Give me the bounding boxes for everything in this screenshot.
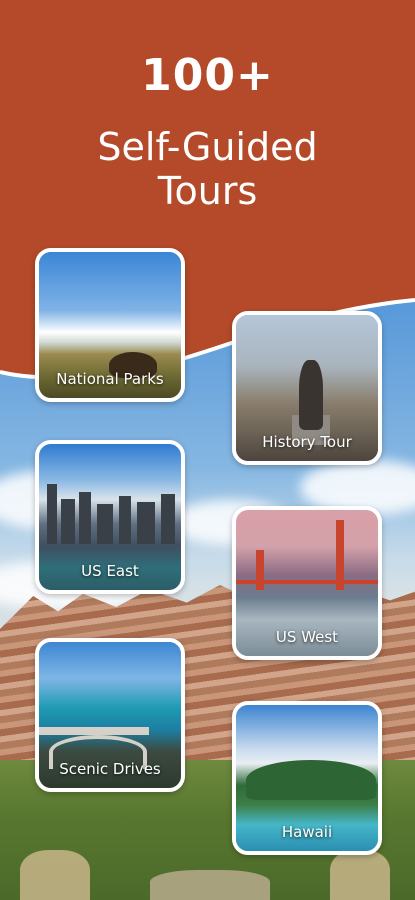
rock: [150, 870, 270, 900]
title-line-1: Self-Guided: [97, 125, 318, 169]
skyscraper: [137, 502, 155, 544]
card-label: US West: [275, 628, 339, 646]
skyscraper: [61, 499, 75, 544]
card-scenic-drives[interactable]: Scenic Drives: [35, 638, 185, 792]
skyscraper: [119, 496, 131, 544]
statue-shape: [299, 360, 323, 430]
card-us-west[interactable]: US West: [232, 506, 382, 660]
card-label: History Tour: [262, 433, 352, 451]
skyscraper: [47, 484, 57, 544]
card-label: Scenic Drives: [59, 760, 161, 778]
card-label: US East: [81, 562, 139, 580]
mountain-shape: [246, 760, 376, 800]
card-hawaii[interactable]: Hawaii: [232, 701, 382, 855]
skyscraper: [97, 504, 113, 544]
card-us-east[interactable]: US East: [35, 440, 185, 594]
title-line-2: Tours: [157, 169, 258, 213]
card-label: National Parks: [56, 370, 164, 388]
grass-tuft: [330, 850, 390, 900]
skyscraper: [161, 494, 175, 544]
page-title: Self-Guided Tours: [0, 125, 415, 213]
grass-tuft: [20, 850, 90, 900]
bridge-deck: [39, 727, 149, 735]
tour-count: 100+: [141, 50, 274, 101]
card-label: Hawaii: [281, 823, 333, 841]
bridge-tower: [256, 550, 264, 590]
skyscraper: [79, 492, 91, 544]
card-history-tour[interactable]: History Tour: [232, 311, 382, 465]
promo-screen: 100+ Self-Guided Tours National Parks Hi…: [0, 0, 415, 900]
bridge-deck: [236, 580, 378, 584]
card-national-parks[interactable]: National Parks: [35, 248, 185, 402]
